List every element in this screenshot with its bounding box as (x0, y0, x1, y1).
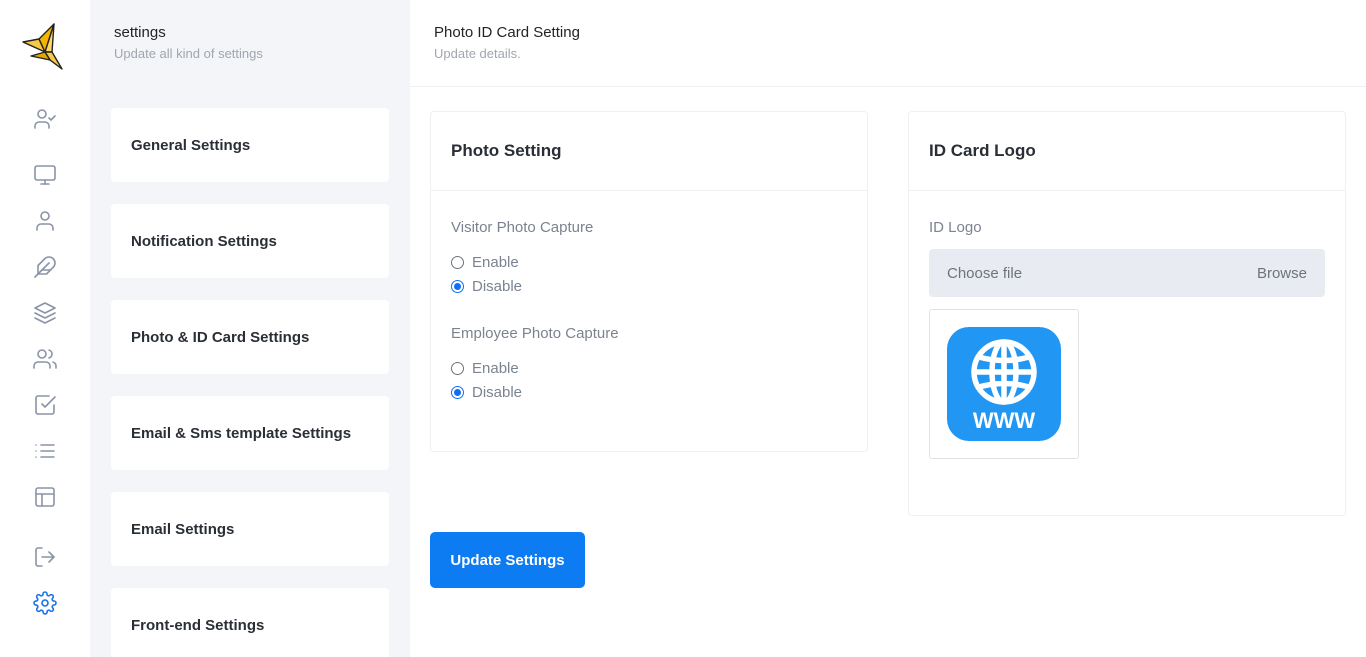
id-logo-preview: WWW (929, 309, 1079, 459)
employee-photo-group: Employee Photo Capture Enable Disable (451, 325, 619, 404)
radio-circle[interactable] (451, 385, 464, 399)
app-root: settings Update all kind of settings Gen… (0, 0, 1366, 657)
gear-icon (33, 591, 57, 615)
rail-designations[interactable] (31, 253, 59, 281)
nav-label: Email Settings (131, 520, 235, 538)
icon-rail (0, 0, 90, 657)
check-square-icon (35, 395, 56, 415)
rail-departments[interactable] (31, 299, 59, 327)
nav-label: Photo & ID Card Settings (131, 328, 310, 346)
id-card-logo-title: ID Card Logo (909, 112, 1345, 191)
radio-label: Disable (472, 277, 523, 295)
visitor-disable-radio[interactable]: Disable (451, 274, 593, 298)
rail-employees[interactable] (31, 345, 59, 373)
photo-setting-title: Photo Setting (431, 112, 867, 191)
rail-reports[interactable] (31, 437, 59, 465)
settings-panel-header: settings Update all kind of settings (114, 24, 263, 61)
visitor-photo-label: Visitor Photo Capture (451, 219, 594, 236)
nav-label: Notification Settings (131, 232, 277, 250)
rail-pages[interactable] (31, 483, 59, 511)
nav-email-settings[interactable]: Email Settings (111, 492, 389, 566)
nav-front-end-settings[interactable]: Front-end Settings (111, 588, 389, 657)
page-title: Photo ID Card Setting (434, 24, 580, 41)
employee-disable-radio[interactable]: Disable (451, 380, 619, 404)
nav-general-settings[interactable]: General Settings (111, 108, 389, 182)
rail-users[interactable] (31, 207, 59, 235)
id-card-logo-card: ID Card Logo ID Logo Choose file Browse (908, 111, 1346, 516)
radio-circle[interactable] (451, 361, 464, 375)
radio-label: Enable (472, 253, 519, 271)
log-out-icon (35, 547, 55, 567)
main-content: Photo ID Card Setting Update details. Ph… (410, 0, 1366, 657)
rail-attendance[interactable] (31, 391, 59, 419)
list-icon (35, 444, 55, 458)
nav-label: Email & Sms template Settings (131, 424, 352, 442)
nav-email-sms-template-settings[interactable]: Email & Sms template Settings (111, 396, 389, 470)
employee-enable-radio[interactable]: Enable (451, 356, 619, 380)
employee-photo-label: Employee Photo Capture (451, 325, 619, 342)
nav-photo-id-card-settings[interactable]: Photo & ID Card Settings (111, 300, 389, 374)
id-logo-file-input[interactable]: Choose file Browse (929, 249, 1325, 297)
www-text: WWW (973, 408, 1036, 433)
rail-visitors[interactable] (31, 105, 59, 133)
www-globe-icon: WWW (947, 327, 1061, 441)
radio-circle[interactable] (451, 255, 464, 269)
file-placeholder: Choose file (947, 264, 1023, 282)
update-settings-button[interactable]: Update Settings (430, 532, 585, 588)
rail-settings[interactable] (31, 589, 59, 617)
radio-label: Enable (472, 359, 519, 377)
layout-icon (35, 487, 55, 507)
rail-logout[interactable] (31, 543, 59, 571)
monitor-icon (34, 165, 56, 185)
settings-panel-title: settings (114, 24, 166, 41)
users-icon (33, 349, 57, 369)
layers-icon (34, 302, 56, 324)
settings-panel-subtitle: Update all kind of settings (114, 46, 263, 61)
browse-button[interactable]: Browse (1257, 265, 1307, 282)
settings-panel: settings Update all kind of settings Gen… (90, 0, 410, 657)
bird-logo-icon[interactable] (20, 22, 66, 72)
user-check-icon (34, 109, 56, 129)
nav-label: Front-end Settings (131, 616, 265, 634)
visitor-photo-group: Visitor Photo Capture Enable Disable (451, 219, 593, 298)
rail-dashboard[interactable] (31, 161, 59, 189)
photo-setting-card: Photo Setting Visitor Photo Capture Enab… (430, 111, 868, 452)
page-subtitle: Update details. (434, 46, 521, 61)
visitor-enable-radio[interactable]: Enable (451, 250, 593, 274)
page-header: Photo ID Card Setting Update details. (410, 0, 1366, 87)
nav-label: General Settings (131, 136, 251, 154)
nav-notification-settings[interactable]: Notification Settings (111, 204, 389, 278)
id-logo-label: ID Logo (929, 219, 982, 236)
radio-circle[interactable] (451, 279, 464, 293)
radio-label: Disable (472, 383, 523, 401)
user-icon (36, 211, 54, 231)
feather-icon (34, 256, 56, 278)
